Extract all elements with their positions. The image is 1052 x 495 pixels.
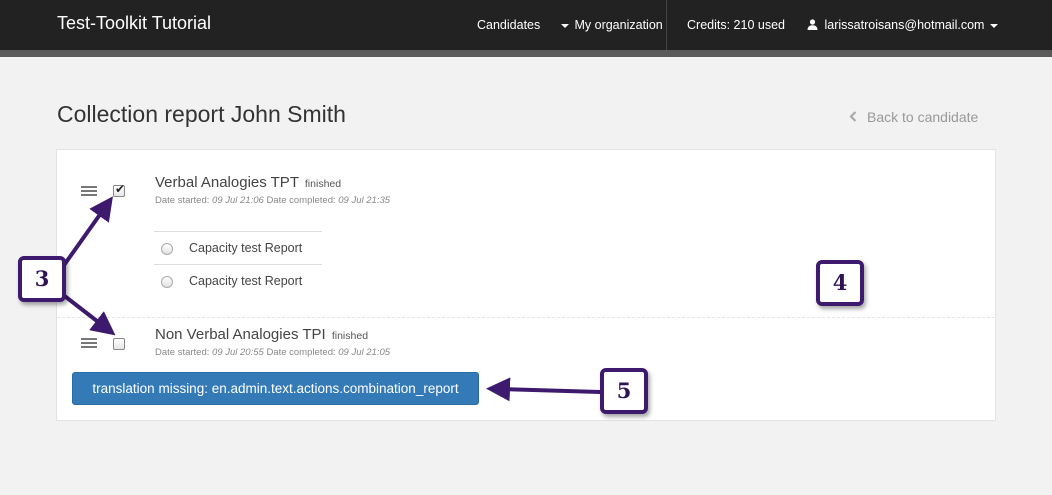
arrow-to-checkbox-1 bbox=[60, 196, 113, 270]
annotation-arrows bbox=[60, 196, 602, 402]
annotation-callout-4: 4 bbox=[816, 260, 864, 306]
annotation-callout-5: 5 bbox=[600, 368, 648, 414]
annotation-callout-3: 3 bbox=[18, 256, 66, 302]
arrow-to-button bbox=[486, 377, 602, 402]
arrow-to-checkbox-2 bbox=[60, 292, 116, 336]
